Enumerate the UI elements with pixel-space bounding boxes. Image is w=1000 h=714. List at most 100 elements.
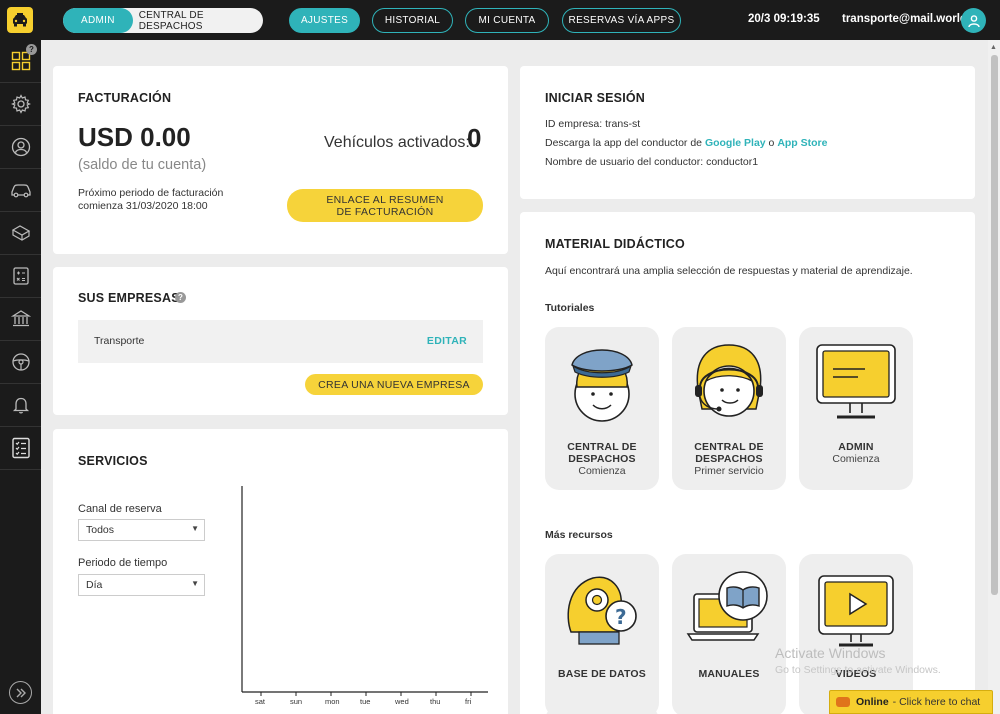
x-tick-label: thu (430, 697, 441, 706)
chat-text: - Click here to chat (892, 696, 981, 708)
calculator-icon (12, 267, 29, 285)
balance-amount: USD 0.00 (78, 122, 191, 152)
sidebar-item-dashboard[interactable]: ? (0, 40, 41, 83)
services-title: SERVICIOS (78, 454, 148, 468)
resource-manuals-tile[interactable]: MANUALES (672, 554, 786, 714)
tutorial-2-title-line2: DESPACHOS (695, 453, 763, 465)
page-scrollbar[interactable]: ▲ (988, 40, 1000, 714)
checklist-icon (11, 437, 30, 459)
tutorial-2-title-line1: CENTRAL DE (694, 441, 764, 453)
user-email[interactable]: transporte@mail.world (842, 13, 967, 25)
company-name: Transporte (94, 335, 145, 347)
clock: 20/3 09:19:35 (748, 13, 820, 25)
x-tick-label: wed (395, 697, 409, 706)
toggle-dispatch[interactable]: CENTRAL DE DESPACHOS (133, 10, 263, 32)
monitor-icon (816, 344, 896, 419)
chat-widget[interactable]: Online - Click here to chat (829, 690, 993, 714)
video-play-icon (818, 575, 894, 647)
database-head-icon: ? (567, 576, 637, 645)
material-title: MATERIAL DIDÁCTICO (545, 237, 685, 251)
resource-more-tile[interactable] (545, 706, 659, 714)
help-icon[interactable]: ? (175, 292, 186, 303)
period-value: Día (86, 579, 103, 591)
map-icon (11, 225, 30, 241)
toggle-admin[interactable]: ADMIN (63, 8, 133, 33)
user-avatar-icon[interactable] (961, 8, 986, 33)
user-circle-icon (11, 137, 30, 157)
x-tick-label: sun (290, 697, 303, 706)
tutorial-2-sub: Primer servicio (694, 465, 764, 477)
tutorial-1-sub: Comienza (578, 465, 626, 477)
download-line: Descarga la app del conductor de Google … (545, 137, 827, 149)
companies-title: SUS EMPRESAS (78, 291, 180, 305)
nav-mi-cuenta-button[interactable]: MI CUENTA (465, 8, 549, 33)
expand-sidebar-button[interactable] (9, 681, 32, 704)
chat-status: Online (856, 696, 889, 708)
activate-windows-watermark: Activate Windows (775, 645, 886, 661)
x-tick-label: fri (465, 697, 472, 706)
bank-icon (10, 310, 31, 327)
period-select[interactable]: Día ▼ (78, 574, 205, 596)
nav-reservas-button[interactable]: RESERVAS VÍA APPS (562, 8, 681, 33)
google-play-link[interactable]: Google Play (705, 137, 766, 149)
sidebar-item-vehicles[interactable] (0, 169, 41, 212)
balance-caption: (saldo de tu cuenta) (78, 157, 207, 173)
chevron-down-icon: ▼ (191, 524, 199, 533)
laptop-book-icon (686, 571, 768, 641)
sidebar-item-map[interactable] (0, 212, 41, 255)
channel-select[interactable]: Todos ▼ (78, 519, 205, 541)
top-bar: ADMIN CENTRAL DE DESPACHOS AJUSTES HISTO… (0, 0, 1000, 40)
sidebar-item-calculator[interactable] (0, 255, 41, 298)
sidebar: ? (0, 40, 41, 714)
vehicles-label: Vehículos activados: (324, 134, 470, 151)
nav-historial-button[interactable]: HISTORIAL (372, 8, 453, 33)
billing-summary-button[interactable]: ENLACE AL RESUMEN DE FACTURACIÓN (287, 189, 483, 222)
dispatcher-cap-icon (571, 349, 633, 422)
headset-operator-icon (695, 344, 763, 417)
nav-ajustes-button[interactable]: AJUSTES (289, 8, 360, 33)
taxi-logo-icon[interactable] (7, 7, 33, 33)
sidebar-item-users[interactable] (0, 126, 41, 169)
app-store-link[interactable]: App Store (777, 137, 827, 149)
tutorial-dispatch-start-tile[interactable]: CENTRAL DE DESPACHOS Comienza (545, 327, 659, 490)
activate-windows-subtext: Go to Settings to activate Windows. (775, 664, 941, 676)
sidebar-item-drivers[interactable] (0, 341, 41, 384)
sidebar-item-checklist[interactable] (0, 427, 41, 470)
period-label: Periodo de tiempo (78, 557, 168, 569)
companies-card: SUS EMPRESAS ? Transporte EDITAR CREA UN… (53, 267, 508, 415)
scroll-thumb[interactable] (991, 55, 998, 595)
mode-toggle[interactable]: ADMIN CENTRAL DE DESPACHOS (63, 8, 263, 33)
channel-value: Todos (86, 524, 115, 536)
steering-wheel-icon (11, 353, 30, 371)
new-company-button[interactable]: CREA UNA NUEVA EMPRESA (305, 374, 483, 395)
material-intro: Aquí encontrará una amplia selección de … (545, 265, 913, 277)
resource-2-title: MANUALES (698, 668, 760, 680)
scroll-up-arrow-icon[interactable]: ▲ (990, 44, 997, 51)
driver-username: Nombre de usuario del conductor: conduct… (545, 156, 759, 168)
sidebar-item-bank[interactable] (0, 298, 41, 341)
company-id: ID empresa: trans-st (545, 118, 641, 130)
x-tick-label: mon (325, 697, 340, 706)
sidebar-item-notifications[interactable] (0, 384, 41, 427)
double-chevron-right-icon (16, 688, 26, 697)
edit-company-link[interactable]: EDITAR (427, 335, 467, 347)
gear-icon (10, 94, 31, 114)
vehicles-count: 0 (467, 123, 482, 153)
services-card: SERVICIOS Canal de reserva Todos ▼ Perio… (53, 429, 508, 714)
help-badge[interactable]: ? (26, 44, 37, 55)
tutorial-admin-start-tile[interactable]: ADMIN Comienza (799, 327, 913, 490)
download-prefix: Descarga la app del conductor de (545, 137, 705, 149)
billing-period-line1: Próximo periodo de facturación (78, 187, 224, 199)
billing-period-line2: comienza 31/03/2020 18:00 (78, 200, 208, 212)
services-chart (241, 486, 488, 696)
billing-period: Próximo periodo de facturación comienza … (78, 187, 258, 213)
tutorial-3-sub: Comienza (832, 453, 880, 465)
tutorial-1-title-line1: CENTRAL DE (567, 441, 637, 453)
tutorial-dispatch-first-service-tile[interactable]: CENTRAL DE DESPACHOS Primer servicio (672, 327, 786, 490)
billing-title: FACTURACIÓN (78, 91, 172, 105)
sidebar-item-settings[interactable] (0, 83, 41, 126)
resource-1-title: BASE DE DATOS (558, 668, 646, 680)
company-row: Transporte EDITAR (78, 320, 483, 363)
chevron-down-icon: ▼ (191, 579, 199, 588)
resource-database-tile[interactable]: ? BASE DE DATOS (545, 554, 659, 714)
